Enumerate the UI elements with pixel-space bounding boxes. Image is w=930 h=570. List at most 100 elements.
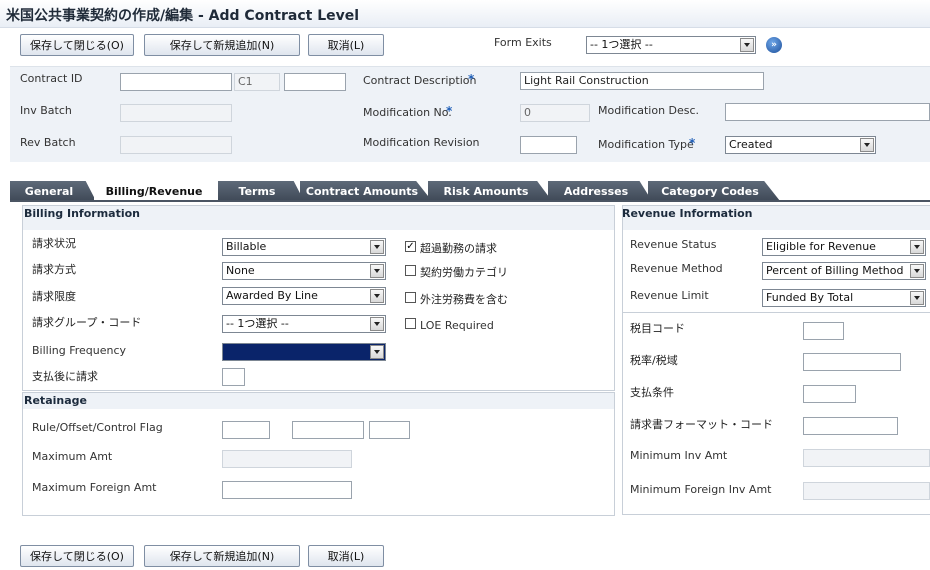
mod-desc-input[interactable] — [725, 103, 930, 121]
billing-heading: Billing Information — [24, 207, 140, 220]
tab-category-codes[interactable]: Category Codes — [648, 181, 780, 201]
chevron-down-icon — [910, 291, 924, 305]
invoice-format-label: 請求書フォーマット・コード — [630, 418, 773, 431]
contract-company-input[interactable] — [284, 73, 346, 91]
tab-general[interactable]: General — [10, 181, 96, 201]
tab-billing-revenue[interactable]: Billing/Revenue — [94, 181, 222, 201]
tab-underline — [10, 200, 930, 202]
save-close-button[interactable]: 保存して閉じる(O) — [20, 34, 134, 56]
contract-desc-label: Contract Description — [363, 74, 477, 87]
bill-after-payment-label: 支払後に請求 — [32, 370, 98, 383]
max-foreign-amt-label: Maximum Foreign Amt — [32, 481, 157, 494]
revenue-divider — [623, 312, 930, 313]
required-mark: * — [689, 136, 696, 150]
rule-offset-flag-label: Rule/Offset/Control Flag — [32, 421, 163, 434]
tax-code-input[interactable] — [803, 322, 844, 340]
billing-status-select[interactable]: Billable — [222, 238, 386, 256]
billing-frequency-select[interactable] — [222, 343, 386, 361]
tab-addresses[interactable]: Addresses — [548, 181, 652, 201]
chevron-down-icon — [370, 289, 384, 303]
inv-batch-label: Inv Batch — [20, 104, 72, 117]
billing-group-value: -- 1つ選択 -- — [226, 317, 289, 330]
mod-rev-input[interactable] — [520, 136, 577, 154]
tax-rate-label: 税率/税域 — [630, 354, 678, 367]
payment-terms-input[interactable] — [803, 385, 856, 403]
max-foreign-amt-input[interactable] — [222, 481, 352, 499]
save-close-button-bottom[interactable]: 保存して閉じる(O) — [20, 545, 134, 567]
rev-batch-label: Rev Batch — [20, 136, 76, 149]
revenue-limit-label: Revenue Limit — [630, 289, 709, 302]
billing-limit-value: Awarded By Line — [226, 289, 318, 302]
revenue-method-label: Revenue Method — [630, 262, 723, 275]
billing-limit-select[interactable]: Awarded By Line — [222, 287, 386, 305]
loe-required-label: LOE Required — [420, 319, 494, 332]
contract-id-input[interactable] — [120, 73, 232, 91]
tab-risk-amounts[interactable]: Risk Amounts — [428, 181, 552, 201]
tab-terms[interactable]: Terms — [218, 181, 304, 201]
billing-frequency-label: Billing Frequency — [32, 344, 127, 357]
go-icon[interactable]: » — [766, 37, 782, 53]
offset-input[interactable] — [292, 421, 364, 439]
tab-contract-amounts[interactable]: Contract Amounts — [300, 181, 432, 201]
mod-desc-label: Modification Desc. — [598, 104, 700, 117]
mod-no-label: Modification No. — [363, 106, 452, 119]
rev-batch-field — [120, 136, 232, 154]
rule-input[interactable] — [222, 421, 270, 439]
control-flag-input[interactable] — [369, 421, 410, 439]
chevron-down-icon — [370, 240, 384, 254]
revenue-method-select[interactable]: Percent of Billing Method — [762, 262, 926, 280]
form-exits-select[interactable]: -- 1つ選択 -- — [586, 36, 756, 54]
tab-bar: General Billing/Revenue Terms Contract A… — [10, 181, 930, 201]
revenue-heading: Revenue Information — [622, 207, 753, 220]
billing-limit-label: 請求限度 — [32, 290, 76, 303]
billing-group-label: 請求グループ・コード — [32, 316, 142, 329]
outsource-labor-checkbox[interactable] — [405, 292, 416, 303]
revenue-status-label: Revenue Status — [630, 238, 717, 251]
billing-status-value: Billable — [226, 240, 267, 253]
chevron-down-icon — [860, 138, 874, 152]
min-foreign-inv-amt-field — [803, 482, 930, 500]
mod-type-select[interactable]: Created — [725, 136, 876, 154]
inv-batch-field — [120, 104, 232, 122]
overtime-billing-label: 超過勤務の請求 — [420, 242, 497, 255]
revenue-status-value: Eligible for Revenue — [766, 240, 876, 253]
mod-rev-label: Modification Revision — [363, 136, 480, 149]
max-amt-field — [222, 450, 352, 468]
overtime-billing-checkbox[interactable]: ✓ — [405, 241, 416, 252]
required-mark: * — [446, 104, 453, 118]
revenue-limit-value: Funded By Total — [766, 291, 854, 304]
revenue-status-select[interactable]: Eligible for Revenue — [762, 238, 926, 256]
min-inv-amt-field — [803, 449, 930, 467]
tax-rate-input[interactable] — [803, 353, 901, 371]
chevron-down-icon — [370, 345, 384, 359]
cancel-button-bottom[interactable]: 取消(L) — [308, 545, 384, 567]
labor-category-label: 契約労働カテゴリ — [420, 266, 508, 279]
mod-type-value: Created — [729, 138, 773, 151]
save-new-button[interactable]: 保存して新規追加(N) — [144, 34, 300, 56]
retainage-panel-band — [23, 393, 614, 409]
chevron-down-icon — [910, 264, 924, 278]
cancel-button[interactable]: 取消(L) — [308, 34, 384, 56]
billing-method-select[interactable]: None — [222, 262, 386, 280]
chevron-down-icon — [740, 38, 754, 52]
billing-group-select[interactable]: -- 1つ選択 -- — [222, 315, 386, 333]
revenue-limit-select[interactable]: Funded By Total — [762, 289, 926, 307]
bill-after-payment-input[interactable] — [222, 368, 245, 386]
retainage-heading: Retainage — [24, 394, 87, 407]
revenue-method-value: Percent of Billing Method — [766, 264, 904, 277]
chevron-down-icon — [370, 264, 384, 278]
mod-no-field: 0 — [520, 104, 590, 122]
mod-type-label: Modification Type — [598, 138, 694, 151]
labor-category-checkbox[interactable] — [405, 265, 416, 276]
min-foreign-inv-amt-label: Minimum Foreign Inv Amt — [630, 483, 772, 496]
save-new-button-bottom[interactable]: 保存して新規追加(N) — [144, 545, 300, 567]
invoice-format-input[interactable] — [803, 417, 898, 435]
form-exits-value: -- 1つ選択 -- — [590, 38, 653, 51]
max-amt-label: Maximum Amt — [32, 450, 113, 463]
loe-required-checkbox[interactable] — [405, 318, 416, 329]
contract-id-label: Contract ID — [20, 72, 83, 85]
contract-desc-input[interactable]: Light Rail Construction — [520, 72, 764, 90]
contract-type-field: C1 — [234, 73, 280, 91]
form-exits-label: Form Exits — [494, 36, 552, 49]
chevron-down-icon — [910, 240, 924, 254]
